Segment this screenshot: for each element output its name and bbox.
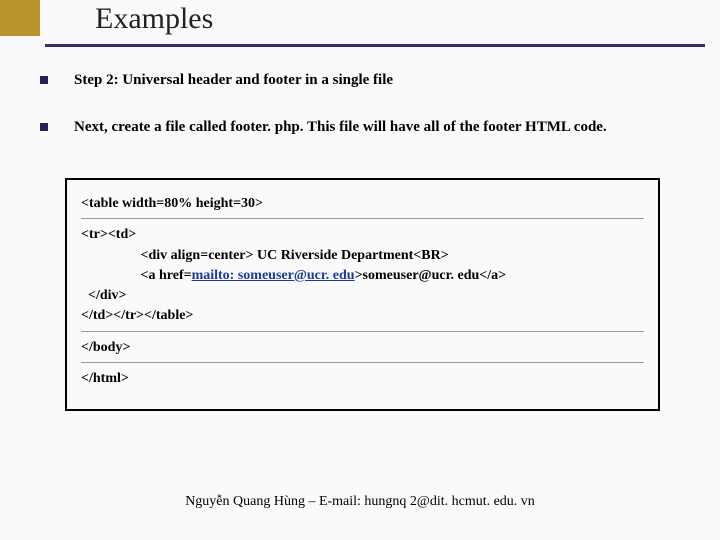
title-underline: [45, 44, 705, 47]
slide-footer-credit: Nguyễn Quang Hùng – E-mail: hungnq 2@dit…: [0, 494, 720, 510]
square-bullet-icon: [40, 76, 48, 84]
code-line: <tr><td>: [81, 225, 644, 245]
code-snippet-box: <table width=80% height=30> <tr><td> <di…: [65, 178, 660, 411]
code-line: <a href=mailto: someuser@ucr. edu>someus…: [81, 266, 644, 286]
bullet-item: Next, create a file called footer. php. …: [40, 117, 702, 138]
mailto-link[interactable]: mailto: someuser@ucr. edu: [192, 268, 355, 283]
code-text: >someuser@ucr. edu</a>: [355, 268, 507, 283]
code-line: </html>: [81, 369, 644, 389]
bullet-text: Next, create a file called footer. php. …: [74, 117, 607, 138]
bullet-list: Step 2: Universal header and footer in a…: [40, 70, 702, 164]
code-divider: [81, 331, 644, 332]
code-text: <a href=: [81, 268, 192, 283]
code-line: </td></tr></table>: [81, 306, 644, 326]
code-line: <div align=center> UC Riverside Departme…: [81, 246, 644, 266]
code-line: </div>: [81, 286, 644, 306]
slide-title: Examples: [95, 2, 213, 36]
bullet-text: Step 2: Universal header and footer in a…: [74, 70, 393, 91]
square-bullet-icon: [40, 123, 48, 131]
slide-corner-accent: [0, 0, 40, 36]
code-line: <table width=80% height=30>: [81, 194, 644, 214]
code-line: </body>: [81, 338, 644, 358]
code-divider: [81, 362, 644, 363]
code-divider: [81, 218, 644, 219]
bullet-item: Step 2: Universal header and footer in a…: [40, 70, 702, 91]
